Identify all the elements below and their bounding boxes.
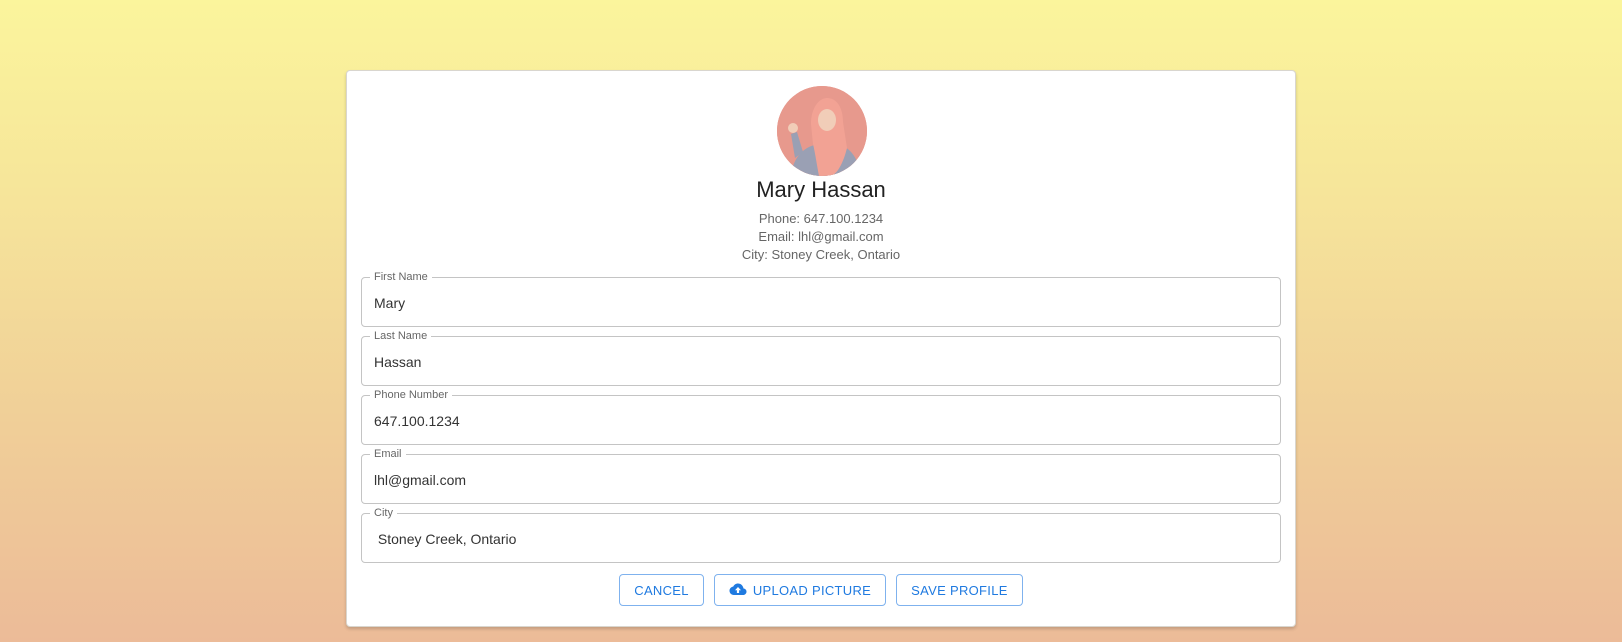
cancel-button[interactable]: CANCEL <box>619 574 704 606</box>
city-label: City <box>370 506 397 520</box>
last-name-input[interactable] <box>374 352 1264 372</box>
phone-label: Phone Number <box>370 388 452 402</box>
city-field-box: City <box>361 506 1281 563</box>
profile-name: Mary Hassan <box>756 177 886 202</box>
email-label: Email <box>370 447 406 461</box>
email-field-box: Email <box>361 447 1281 504</box>
cloud-upload-icon <box>729 583 747 597</box>
save-profile-button[interactable]: SAVE PROFILE <box>896 574 1023 606</box>
first-name-field-box: First Name <box>361 270 1281 327</box>
profile-phone: Phone: 647.100.1234 <box>758 211 884 226</box>
phone-field-box: Phone Number <box>361 388 1281 445</box>
profile-email: Email: lhl@gmail.com <box>758 229 884 244</box>
action-bar: CANCEL UPLOAD PICTURE SAVE PROFILE <box>347 574 1295 606</box>
first-name-input[interactable] <box>374 293 1264 313</box>
profile-card: Mary Hassan Phone: 647.100.1234 Email: l… <box>346 70 1296 627</box>
first-name-label: First Name <box>370 270 432 284</box>
avatar <box>777 86 867 176</box>
phone-input[interactable] <box>374 411 1264 431</box>
city-input[interactable] <box>374 529 1264 549</box>
upload-picture-button[interactable]: UPLOAD PICTURE <box>713 574 887 606</box>
last-name-field-box: Last Name <box>361 329 1281 386</box>
save-profile-button-label: SAVE PROFILE <box>911 582 1008 598</box>
upload-picture-button-label: UPLOAD PICTURE <box>752 582 872 598</box>
email-input[interactable] <box>374 470 1264 490</box>
last-name-label: Last Name <box>370 329 432 343</box>
profile-city: City: Stoney Creek, Ontario <box>741 247 901 262</box>
cancel-button-label: CANCEL <box>634 582 689 598</box>
